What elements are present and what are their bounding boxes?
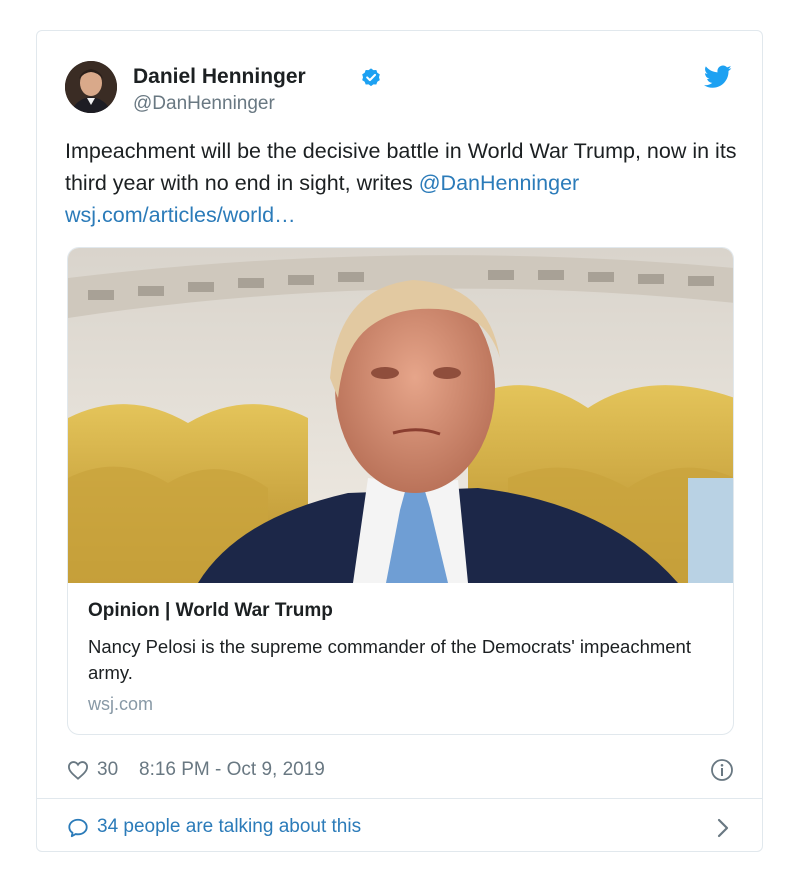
article-link[interactable]: wsj.com/articles/world… [65, 203, 296, 227]
avatar-image [65, 61, 117, 113]
author-avatar[interactable] [65, 61, 117, 113]
tweet-header: Daniel Henninger @DanHenninger [65, 61, 734, 121]
like-count[interactable]: 30 [97, 759, 118, 781]
author-name[interactable]: Daniel Henninger [133, 65, 306, 89]
conversation-label[interactable]: 34 people are talking about this [97, 816, 361, 838]
preview-image[interactable] [68, 248, 733, 583]
card-body: Opinion | World War Trump Nancy Pelosi i… [88, 600, 713, 715]
tweet-text: Impeachment will be the decisive battle … [65, 135, 745, 231]
conversation-link[interactable]: 34 people are talking about this [65, 813, 734, 841]
verified-badge-icon [362, 68, 380, 87]
card-title[interactable]: Opinion | World War Trump [88, 600, 713, 622]
tweet-body-text: Impeachment will be the decisive battle … [65, 139, 737, 195]
link-preview-card[interactable]: Opinion | World War Trump Nancy Pelosi i… [67, 247, 734, 735]
card-domain: wsj.com [88, 694, 154, 714]
speech-bubble-icon [68, 818, 88, 838]
card-description: Nancy Pelosi is the supreme commander of… [88, 636, 691, 683]
heart-icon[interactable] [67, 760, 89, 780]
tweet-embed[interactable]: Daniel Henninger @DanHenninger Impeachme… [36, 30, 763, 852]
preview-photo [68, 248, 733, 583]
twitter-bird-icon[interactable] [704, 65, 732, 89]
info-icon[interactable] [710, 758, 734, 782]
tweet-timestamp[interactable]: 8:16 PM - Oct 9, 2019 [139, 759, 325, 781]
tweet-meta: 30 8:16 PM - Oct 9, 2019 [65, 756, 734, 784]
divider [37, 798, 762, 799]
mention-link[interactable]: @DanHenninger [419, 171, 579, 195]
chevron-right-icon[interactable] [716, 817, 730, 839]
author-handle[interactable]: @DanHenninger [133, 93, 275, 115]
